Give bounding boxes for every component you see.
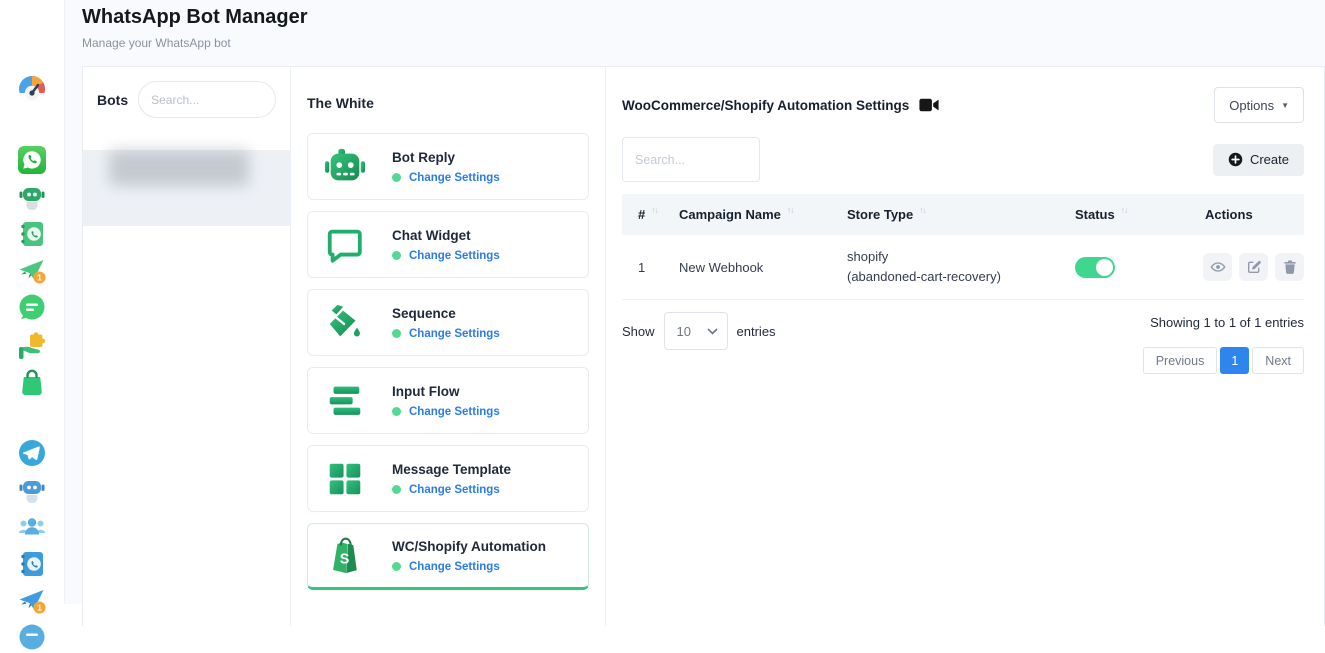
sequence-icon [324,302,366,344]
svg-text:S: S [340,551,350,567]
feature-card-wc-shopify[interactable]: S WC/Shopify Automation Change Settings [307,523,589,590]
feature-label: Sequence [392,306,500,321]
page-size-select[interactable]: 10 [664,312,728,350]
pagination: Previous 1 Next [1143,347,1304,374]
feature-card-chat-widget[interactable]: Chat Widget Change Settings [307,211,589,278]
edit-button[interactable] [1239,253,1268,281]
chevron-down-icon: ▼ [1281,101,1289,110]
feature-card-message-template[interactable]: Message Template Change Settings [307,445,589,512]
store-icon[interactable] [17,367,47,397]
sort-icon: ↑↓ [1121,205,1128,215]
next-page-button[interactable]: Next [1252,347,1304,374]
telegram-broadcast-icon[interactable]: 1 [17,586,47,616]
page-1-button[interactable]: 1 [1220,347,1249,374]
feature-card-input-flow[interactable]: Input Flow Change Settings [307,367,589,434]
whatsapp-chat-icon[interactable] [17,293,47,323]
trash-icon [1282,259,1298,275]
chat-widget-icon [324,224,366,266]
table-row: 1 New Webhook shopify (abandoned-cart-re… [622,235,1304,300]
page-subtitle: Manage your WhatsApp bot [82,36,1325,50]
plus-circle-icon [1228,152,1243,167]
view-button[interactable] [1203,253,1232,281]
status-dot [392,562,401,571]
column-header-index[interactable]: # ↑↓ [638,207,679,222]
change-settings-link[interactable]: Change Settings [409,172,500,184]
whatsapp-icon[interactable] [17,145,47,175]
delete-button[interactable] [1275,253,1304,281]
feature-card-sequence[interactable]: Sequence Change Settings [307,289,589,356]
svg-text:1: 1 [37,603,42,613]
row-index: 1 [638,260,679,275]
integrations-icon[interactable] [17,330,47,360]
feature-label: Input Flow [392,384,500,399]
change-settings-link[interactable]: Change Settings [409,328,500,340]
status-dot [392,173,401,182]
panel-title: WooCommerce/Shopify Automation Settings [622,98,909,113]
feature-label: WC/Shopify Automation [392,539,546,554]
input-flow-icon [324,380,366,422]
status-dot [392,329,401,338]
edit-icon [1246,259,1262,275]
entries-label: entries [737,324,776,339]
bots-panel: Bots [83,67,291,626]
column-header-status[interactable]: Status ↑↓ [1075,207,1195,222]
change-settings-link[interactable]: Change Settings [409,250,500,262]
whatsapp-contacts-icon[interactable] [17,219,47,249]
bots-panel-title: Bots [97,92,128,108]
video-tutorial-icon[interactable] [919,97,939,113]
status-dot [392,251,401,260]
svg-text:1: 1 [37,273,42,283]
telegram-groups-icon[interactable] [17,512,47,542]
feature-label: Chat Widget [392,228,500,243]
bot-reply-icon [324,146,366,188]
change-settings-link[interactable]: Change Settings [409,561,500,573]
bot-list-item-selected[interactable] [83,150,290,226]
feature-label: Message Template [392,462,511,477]
status-dot [392,485,401,494]
sort-icon: ↑↓ [651,205,658,215]
column-header-campaign-name[interactable]: Campaign Name ↑↓ [679,207,847,222]
telegram-icon[interactable] [17,438,47,468]
row-campaign-name: New Webhook [679,260,847,275]
column-header-actions: Actions [1195,207,1304,222]
table-search-input[interactable] [622,137,760,182]
table-header: # ↑↓ Campaign Name ↑↓ Store Type ↑↓ Stat… [622,194,1304,235]
feature-label: Bot Reply [392,150,500,165]
features-panel: The White Bot Reply [291,67,606,626]
chevron-down-icon [707,328,718,335]
main-content: WhatsApp Bot Manager Manage your WhatsAp… [65,0,1325,604]
whatsapp-bot-icon[interactable] [17,182,47,212]
feature-card-bot-reply[interactable]: Bot Reply Change Settings [307,133,589,200]
sort-icon: ↑↓ [919,205,926,215]
telegram-bot-icon[interactable] [17,475,47,505]
automation-settings-panel: WooCommerce/Shopify Automation Settings … [606,67,1324,626]
create-button[interactable]: Create [1213,144,1304,176]
bot-name-title: The White [307,95,589,111]
message-template-icon [324,458,366,500]
column-header-store-type[interactable]: Store Type ↑↓ [847,207,1075,222]
status-dot [392,407,401,416]
bot-name-redacted [109,150,249,186]
showing-entries-text: Showing 1 to 1 of 1 entries [1143,315,1304,330]
sort-icon: ↑↓ [787,205,794,215]
change-settings-link[interactable]: Change Settings [409,406,500,418]
change-settings-link[interactable]: Change Settings [409,484,500,496]
page-title: WhatsApp Bot Manager [82,0,1325,29]
telegram-contacts-icon[interactable] [17,549,47,579]
bot-manager-card: Bots The White [82,66,1325,626]
bots-search-input[interactable] [138,81,276,118]
shopify-icon: S [324,535,366,577]
previous-page-button[interactable]: Previous [1143,347,1218,374]
options-button[interactable]: Options ▼ [1214,87,1304,123]
icon-rail: 1 [0,0,65,604]
eye-icon [1210,259,1226,275]
row-store-type: shopify (abandoned-cart-recovery) [847,247,1075,287]
row-actions [1195,253,1304,281]
status-toggle[interactable] [1075,257,1115,278]
show-label: Show [622,324,655,339]
telegram-chat-icon[interactable] [17,623,47,653]
dashboard-icon[interactable] [17,74,47,104]
whatsapp-broadcast-icon[interactable]: 1 [17,256,47,286]
